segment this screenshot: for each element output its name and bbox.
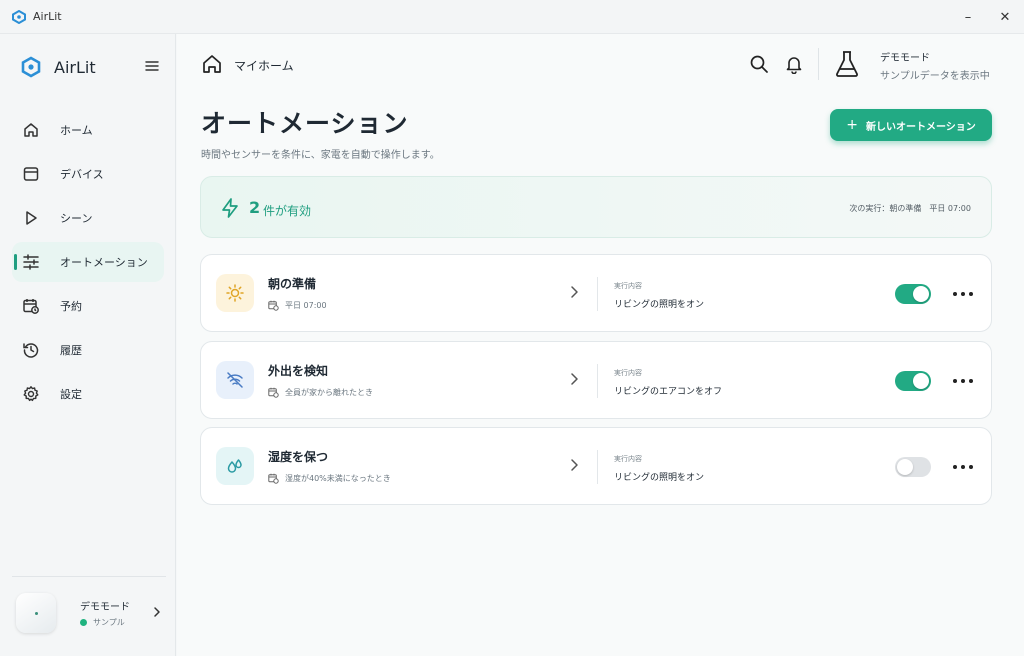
- action-value: リビングの照明をオン: [614, 300, 705, 310]
- sliders-icon: [22, 253, 40, 271]
- sidebar-item-schedule[interactable]: 予約: [12, 286, 164, 326]
- chevron-right-icon[interactable]: [570, 457, 580, 473]
- droplets-icon: [227, 459, 242, 473]
- search-icon[interactable]: [749, 54, 769, 74]
- close-window-button[interactable]: ✕: [985, 0, 1024, 34]
- sidebar-divider: [12, 576, 166, 577]
- minimize-button[interactable]: –: [948, 0, 988, 34]
- wifi-off-icon: [227, 372, 243, 388]
- new-automation-button[interactable]: + 新しいオートメーション: [830, 109, 992, 141]
- active-summary-banner: 2 件が有効 次の実行：朝の準備 平日 07:00: [200, 176, 992, 238]
- sidebar-item-label: 履歴: [60, 344, 82, 357]
- sidebar: AirLit ホーム デバイス シーン オートメーション 予約 履歴 設定 デモ…: [0, 34, 176, 656]
- bell-icon[interactable]: [784, 54, 804, 74]
- sidebar-item-scenes[interactable]: シーン: [12, 198, 164, 238]
- window-title: AirLit: [33, 10, 62, 23]
- automation-trigger: 平日 07:00: [268, 300, 327, 311]
- sidebar-item-label: ホーム: [60, 124, 93, 137]
- action-value: リビングの照明をオン: [614, 473, 705, 483]
- automation-card[interactable]: 湿度を保つ 湿度が40%未満になったとき 実行内容 リビングの照明をオン: [200, 427, 992, 505]
- active-count-label: 件が有効: [263, 204, 312, 218]
- flask-icon: [836, 51, 858, 77]
- automation-name: 湿度を保つ: [268, 450, 329, 464]
- top-bar: マイホーム デモモード サンプルデータを表示中: [177, 34, 1024, 96]
- automation-trigger: 湿度が40%未満になったとき: [268, 473, 391, 484]
- sidebar-item-settings[interactable]: 設定: [12, 374, 164, 414]
- automation-name: 外出を検知: [268, 364, 329, 378]
- sidebar-item-label: デバイス: [60, 168, 104, 181]
- chevron-right-icon[interactable]: [570, 371, 580, 387]
- demo-mode-subtitle: サンプルデータを表示中: [880, 71, 990, 82]
- sidebar-item-home[interactable]: ホーム: [12, 110, 164, 150]
- sidebar-item-label: 設定: [60, 388, 82, 401]
- automation-icon-badge: [216, 447, 254, 485]
- card-divider: [597, 277, 598, 311]
- brand-logo-icon: [21, 56, 41, 78]
- calendar-clock-icon: [268, 387, 279, 398]
- sun-icon: [226, 284, 244, 302]
- hamburger-menu-icon[interactable]: [142, 56, 162, 76]
- automation-trigger: 全員が家から離れたとき: [268, 387, 373, 398]
- page-title: オートメーション: [201, 109, 409, 138]
- automation-toggle[interactable]: [895, 457, 931, 477]
- automation-icon-badge: [216, 361, 254, 399]
- more-options-icon[interactable]: [953, 285, 973, 303]
- profile-name: デモモード: [80, 602, 130, 613]
- breadcrumb[interactable]: マイホーム: [234, 57, 294, 74]
- brand: AirLit: [20, 56, 96, 78]
- page-subtitle: 時間やセンサーを条件に、家電を自動で操作します。: [201, 150, 440, 161]
- sidebar-nav: ホーム デバイス シーン オートメーション 予約 履歴 設定: [12, 110, 164, 418]
- play-icon: [22, 209, 40, 227]
- next-run-info: 次の実行：朝の準備 平日 07:00: [849, 204, 971, 213]
- more-options-icon[interactable]: [953, 372, 973, 390]
- home-icon: [22, 121, 40, 139]
- calendar-clock-icon: [268, 473, 279, 484]
- sidebar-item-label: 予約: [60, 300, 82, 313]
- automation-name: 朝の準備: [268, 277, 317, 291]
- automation-card[interactable]: 朝の準備 平日 07:00 実行内容 リビングの照明をオン: [200, 254, 992, 332]
- automation-card[interactable]: 外出を検知 全員が家から離れたとき 実行内容 リビングのエアコンをオフ: [200, 341, 992, 419]
- chevron-right-icon[interactable]: [570, 284, 580, 300]
- calendar-clock-icon: [268, 300, 279, 311]
- active-count: 2: [249, 198, 261, 217]
- home-icon[interactable]: [201, 53, 223, 75]
- device-icon: [22, 165, 40, 183]
- sidebar-item-history[interactable]: 履歴: [12, 330, 164, 370]
- more-options-icon[interactable]: [953, 458, 973, 476]
- sidebar-item-devices[interactable]: デバイス: [12, 154, 164, 194]
- app-logo-icon: [12, 10, 26, 24]
- automation-toggle[interactable]: [895, 371, 931, 391]
- top-divider: [818, 48, 819, 80]
- card-divider: [597, 364, 598, 398]
- calendar-clock-icon: [22, 297, 40, 315]
- action-label: 実行内容: [614, 282, 642, 290]
- sidebar-item-label: オートメーション: [60, 256, 148, 269]
- history-icon: [22, 341, 40, 359]
- action-value: リビングのエアコンをオフ: [614, 387, 723, 397]
- main-content: マイホーム デモモード サンプルデータを表示中 オートメーション 時間やセンサー…: [177, 34, 1024, 656]
- gear-icon: [22, 385, 40, 403]
- chevron-right-icon: [154, 607, 160, 617]
- automation-icon-badge: [216, 274, 254, 312]
- window-titlebar: AirLit – ✕: [0, 0, 1024, 34]
- card-divider: [597, 450, 598, 484]
- profile-status: サンプル: [80, 617, 130, 628]
- status-dot-icon: [80, 619, 87, 626]
- action-label: 実行内容: [614, 369, 642, 377]
- action-label: 実行内容: [614, 455, 642, 463]
- demo-mode-title: デモモード: [880, 53, 930, 64]
- automation-toggle[interactable]: [895, 284, 931, 304]
- avatar: [16, 593, 56, 633]
- plus-icon: +: [846, 117, 858, 133]
- sidebar-item-label: シーン: [60, 212, 93, 225]
- brand-name: AirLit: [54, 57, 96, 77]
- lightning-icon: [222, 198, 238, 218]
- profile-switcher[interactable]: デモモード サンプル: [16, 592, 166, 634]
- sidebar-item-automation[interactable]: オートメーション: [12, 242, 164, 282]
